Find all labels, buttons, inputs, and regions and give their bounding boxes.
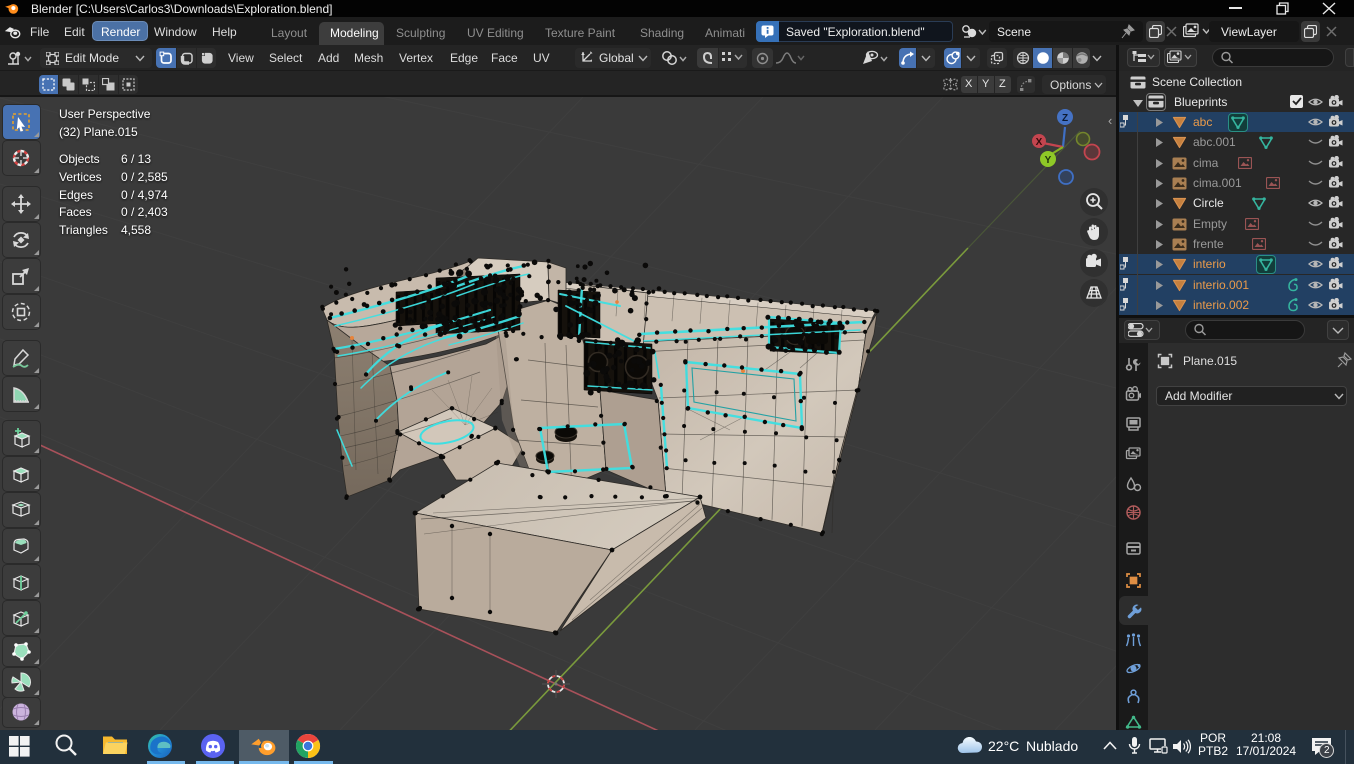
svg-text:X: X: [1036, 137, 1043, 148]
svg-text:Z: Z: [1062, 113, 1068, 124]
svg-text:Y: Y: [1045, 155, 1052, 166]
